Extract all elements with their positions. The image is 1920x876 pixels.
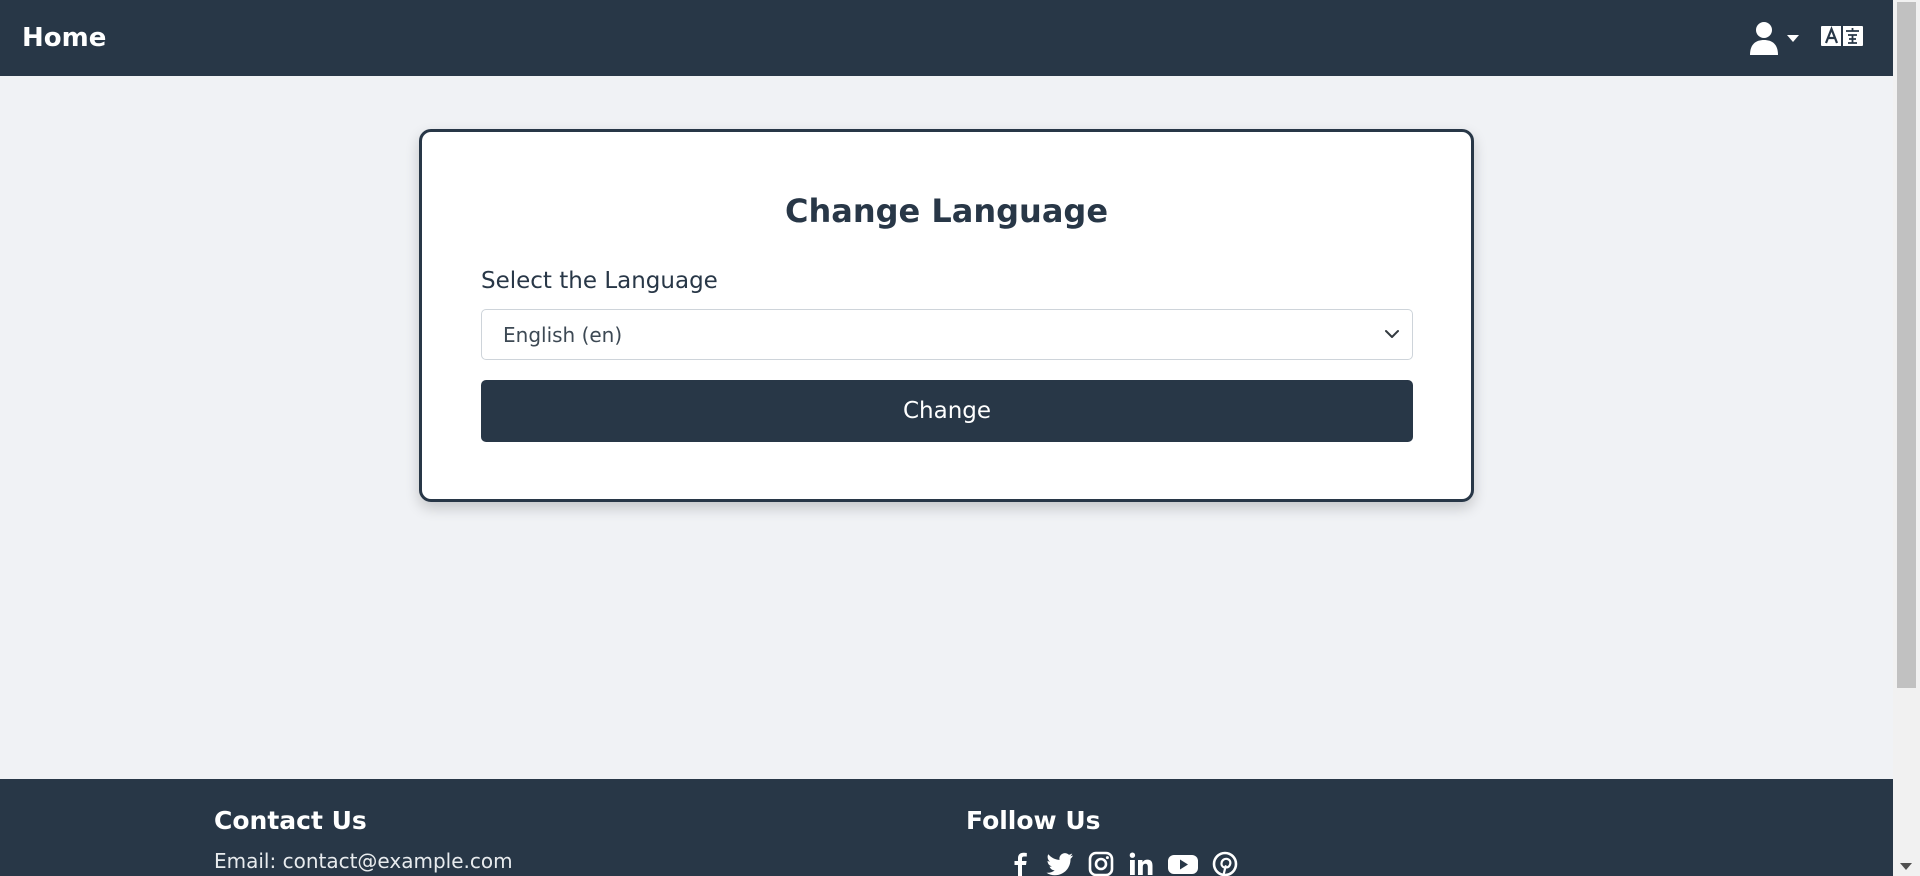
home-link[interactable]: Home	[22, 23, 106, 53]
footer: Contact Us Email: contact@example.com Fo…	[0, 779, 1893, 876]
change-button[interactable]: Change	[481, 380, 1413, 442]
page: Home Change Language Select the Language…	[0, 0, 1893, 876]
instagram-icon[interactable]	[1088, 851, 1114, 876]
scrollbar-thumb[interactable]	[1897, 2, 1916, 688]
language-select-label: Select the Language	[481, 268, 718, 294]
facebook-icon[interactable]	[1010, 851, 1032, 876]
vertical-scrollbar[interactable]	[1893, 0, 1920, 876]
chevron-down-icon	[1384, 326, 1400, 346]
contact-title: Contact Us	[214, 806, 367, 835]
twitter-icon[interactable]	[1046, 852, 1074, 876]
card-title: Change Language	[784, 192, 1109, 230]
contact-email: Email: contact@example.com	[214, 849, 513, 873]
language-select-value: English (en)	[503, 322, 623, 347]
navbar: Home	[0, 0, 1893, 76]
chevron-down-icon	[1787, 34, 1799, 42]
pinterest-icon[interactable]	[1212, 851, 1238, 876]
user-menu-dropdown[interactable]	[1749, 21, 1799, 55]
youtube-icon[interactable]	[1168, 852, 1198, 876]
social-links	[1010, 851, 1252, 876]
linkedin-icon[interactable]	[1128, 851, 1154, 876]
change-language-card: Change Language Select the Language Engl…	[419, 129, 1474, 502]
navbar-actions	[1749, 21, 1871, 55]
language-select[interactable]: English (en)	[481, 309, 1413, 360]
scroll-down-arrow-icon[interactable]	[1900, 863, 1912, 870]
browser-viewport: Home Change Language Select the Language…	[0, 0, 1920, 876]
translate-icon[interactable]	[1821, 25, 1863, 51]
user-icon	[1749, 21, 1779, 55]
follow-title: Follow Us	[966, 806, 1101, 835]
